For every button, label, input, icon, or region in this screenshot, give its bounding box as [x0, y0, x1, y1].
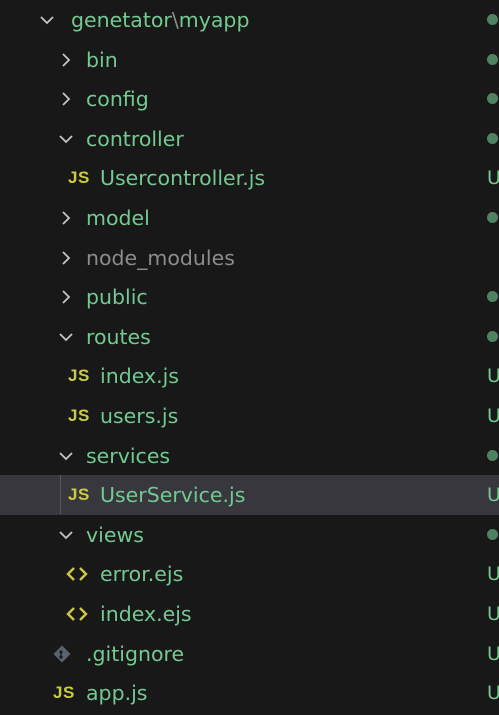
chevron-right-icon[interactable]: [56, 248, 76, 268]
git-status-dot: [487, 93, 498, 104]
chevron-right-icon[interactable]: [56, 89, 76, 109]
git-status-dot: [487, 14, 498, 25]
tree-item-label: public: [86, 284, 148, 309]
git-status-badge: U: [487, 405, 499, 427]
git-diamond-icon: [52, 642, 72, 666]
git-status-dot: [487, 529, 498, 540]
git-status-dot: [487, 54, 498, 65]
tree-item-label: error.ejs: [100, 561, 184, 586]
tree-item-label: routes: [86, 324, 151, 349]
tree-item-gitignore[interactable]: .gitignore U: [0, 634, 499, 674]
tree-item-label: bin: [86, 47, 118, 72]
chevron-down-icon[interactable]: [56, 525, 76, 545]
tree-item-label: UserService.js: [100, 482, 246, 507]
tree-item-model[interactable]: model: [0, 198, 499, 238]
tree-item-label: index.js: [100, 363, 179, 388]
git-status-dot: [487, 133, 498, 144]
javascript-file-icon: JS: [68, 167, 90, 187]
tree-item-config[interactable]: config: [0, 79, 499, 119]
javascript-file-icon: JS: [68, 405, 90, 425]
tree-item-error-ejs[interactable]: error.ejs U: [0, 554, 499, 594]
tree-item-label: node_modules: [86, 245, 235, 270]
git-status-dot: [487, 212, 498, 223]
tree-item-label: app.js: [86, 680, 148, 705]
tree-item-controller[interactable]: controller: [0, 119, 499, 159]
tree-item-label: users.js: [100, 403, 179, 428]
chevron-right-icon[interactable]: [56, 208, 76, 228]
tree-item-app-js[interactable]: JS app.js U: [0, 673, 499, 713]
tree-item-label: views: [86, 522, 144, 547]
code-file-icon: [66, 562, 88, 586]
javascript-file-icon: JS: [53, 682, 75, 702]
chevron-down-icon[interactable]: [56, 327, 76, 347]
git-status-badge: U: [487, 167, 499, 189]
tree-item-public[interactable]: public: [0, 277, 499, 317]
tree-item-label: config: [86, 86, 149, 111]
tree-item-node-modules[interactable]: node_modules: [0, 238, 499, 278]
tree-item-routes[interactable]: routes: [0, 317, 499, 357]
git-status-badge: U: [487, 643, 499, 665]
git-status-badge: U: [487, 563, 499, 585]
tree-item-views[interactable]: views: [0, 515, 499, 555]
tree-item-index-ejs[interactable]: index.ejs U: [0, 594, 499, 634]
git-status-dot: [487, 291, 498, 302]
chevron-right-icon[interactable]: [56, 50, 76, 70]
tree-item-services[interactable]: services: [0, 436, 499, 476]
tree-item-users-js[interactable]: JS users.js U: [0, 396, 499, 436]
tree-root-folder[interactable]: genetator\myapp: [0, 0, 499, 40]
tree-item-label: Usercontroller.js: [100, 165, 266, 190]
git-status-badge: U: [487, 484, 499, 506]
tree-item-index-js[interactable]: JS index.js U: [0, 356, 499, 396]
git-status-dot: [487, 331, 498, 342]
tree-item-label: controller: [86, 126, 184, 151]
chevron-right-icon[interactable]: [56, 287, 76, 307]
git-status-badge: U: [487, 603, 499, 625]
git-status-badge: U: [487, 365, 499, 387]
javascript-file-icon: JS: [68, 484, 90, 504]
git-status-badge: U: [487, 682, 499, 704]
code-file-icon: [66, 602, 88, 626]
tree-item-bin[interactable]: bin: [0, 40, 499, 80]
chevron-down-icon[interactable]: [37, 10, 57, 30]
root-folder-label: genetator\myapp: [71, 7, 250, 32]
chevron-down-icon[interactable]: [56, 129, 76, 149]
indent-guide: [60, 475, 61, 514]
git-status-dot: [487, 450, 498, 461]
tree-item-label: index.ejs: [100, 601, 192, 626]
javascript-file-icon: JS: [68, 365, 90, 385]
tree-item-label: model: [86, 205, 150, 230]
chevron-down-icon[interactable]: [56, 446, 76, 466]
tree-item-label: .gitignore: [86, 641, 185, 666]
tree-item-usercontroller-js[interactable]: JS Usercontroller.js U: [0, 158, 499, 198]
file-explorer-tree: genetator\myapp bin config controller JS…: [0, 0, 499, 715]
path-separator: \: [171, 7, 179, 32]
tree-item-label: services: [86, 443, 171, 468]
tree-item-userservice-js[interactable]: JS UserService.js U: [0, 475, 499, 515]
